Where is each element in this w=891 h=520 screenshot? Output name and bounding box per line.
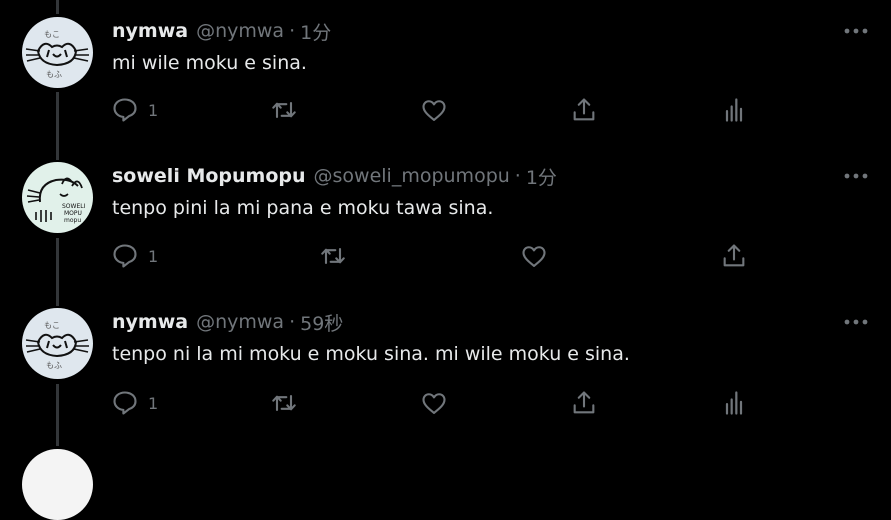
avatar[interactable]: もこ もふ bbox=[22, 17, 93, 88]
stats-button[interactable] bbox=[720, 389, 748, 417]
more-icon[interactable] bbox=[843, 23, 869, 37]
display-name[interactable]: nymwa bbox=[112, 311, 188, 333]
retweet-button[interactable] bbox=[319, 242, 347, 270]
svg-text:もこ: もこ bbox=[44, 30, 60, 39]
svg-text:もふ: もふ bbox=[46, 361, 62, 370]
retweet-icon bbox=[270, 389, 298, 417]
retweet-button[interactable] bbox=[270, 96, 298, 124]
reply-count: 1 bbox=[148, 100, 159, 120]
user-handle[interactable]: @soweli_mopumopu bbox=[314, 165, 510, 187]
share-icon bbox=[720, 242, 748, 270]
stats-icon bbox=[720, 96, 748, 124]
heart-icon bbox=[520, 242, 548, 270]
stats-icon bbox=[720, 389, 748, 417]
thread-line bbox=[56, 238, 59, 306]
tweet-text: tenpo ni la mi moku e moku sina. mi wile… bbox=[112, 343, 630, 365]
timestamp[interactable]: 1分 bbox=[300, 18, 331, 45]
tweet-header: nymwa @nymwa · 1分 bbox=[112, 17, 331, 45]
display-name[interactable]: soweli Mopumopu bbox=[112, 165, 306, 187]
like-button[interactable] bbox=[420, 389, 448, 417]
heart-icon bbox=[420, 389, 448, 417]
tweet-text: tenpo pini la mi pana e moku tawa sina. bbox=[112, 197, 494, 219]
timestamp[interactable]: 1分 bbox=[526, 163, 557, 190]
separator: · bbox=[289, 20, 296, 42]
avatar[interactable]: もこ もふ bbox=[22, 308, 93, 379]
more-icon[interactable] bbox=[843, 314, 869, 328]
svg-text:MOPU: MOPU bbox=[64, 210, 82, 217]
thread-line bbox=[56, 92, 59, 160]
user-handle[interactable]: @nymwa bbox=[196, 20, 284, 42]
reply-icon bbox=[111, 96, 139, 124]
like-button[interactable] bbox=[520, 242, 548, 270]
reply-count: 1 bbox=[148, 393, 159, 413]
reply-button[interactable]: 1 bbox=[111, 96, 158, 124]
stats-button[interactable] bbox=[720, 96, 748, 124]
reply-button[interactable]: 1 bbox=[111, 242, 158, 270]
like-button[interactable] bbox=[420, 96, 448, 124]
reply-button[interactable]: 1 bbox=[111, 389, 158, 417]
separator: · bbox=[514, 165, 521, 187]
user-handle[interactable]: @nymwa bbox=[196, 311, 284, 333]
share-button[interactable] bbox=[570, 96, 598, 124]
separator: · bbox=[289, 311, 296, 333]
retweet-icon bbox=[319, 242, 347, 270]
svg-text:もふ: もふ bbox=[46, 70, 62, 79]
retweet-button[interactable] bbox=[270, 389, 298, 417]
retweet-icon bbox=[270, 96, 298, 124]
thread-line bbox=[56, 0, 59, 14]
tweet-header: nymwa @nymwa · 59秒 bbox=[112, 308, 343, 336]
heart-icon bbox=[420, 96, 448, 124]
thread-line bbox=[56, 384, 59, 446]
svg-text:mopu: mopu bbox=[64, 217, 81, 224]
share-button[interactable] bbox=[720, 242, 748, 270]
reply-count: 1 bbox=[148, 246, 159, 266]
svg-text:SOWELI: SOWELI bbox=[62, 203, 86, 210]
share-button[interactable] bbox=[570, 389, 598, 417]
timestamp[interactable]: 59秒 bbox=[300, 309, 343, 336]
display-name[interactable]: nymwa bbox=[112, 20, 188, 42]
share-icon bbox=[570, 96, 598, 124]
svg-text:もこ: もこ bbox=[44, 321, 60, 330]
tweet-header: soweli Mopumopu @soweli_mopumopu · 1分 bbox=[112, 162, 557, 190]
share-icon bbox=[570, 389, 598, 417]
avatar[interactable] bbox=[22, 449, 93, 520]
reply-icon bbox=[111, 242, 139, 270]
reply-icon bbox=[111, 389, 139, 417]
tweet-text: mi wile moku e sina. bbox=[112, 52, 307, 74]
avatar[interactable]: SOWELI MOPU mopu bbox=[22, 162, 93, 233]
more-icon[interactable] bbox=[843, 168, 869, 182]
